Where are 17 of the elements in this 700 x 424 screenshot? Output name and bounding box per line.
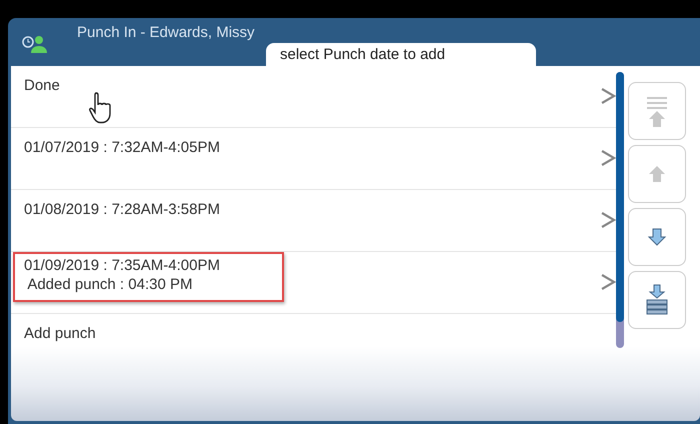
row-label[interactable]: 01/08/2019 : 7:28AM-3:58PM: [24, 200, 220, 219]
clock-person-icon: [22, 34, 50, 54]
scroll-bottom-button[interactable]: [628, 271, 686, 329]
hand-cursor-icon: [89, 91, 113, 125]
chevron-right-icon[interactable]: [600, 86, 616, 106]
row-label[interactable]: Done: [24, 76, 60, 95]
row-label[interactable]: Add punch: [24, 324, 96, 343]
up-arrow-icon: [645, 95, 669, 127]
chevron-right-icon[interactable]: [600, 210, 616, 230]
window-title: Punch In - Edwards, Missy: [77, 24, 255, 41]
row-label[interactable]: 01/07/2019 : 7:32AM-4:05PM: [24, 138, 220, 157]
chevron-right-icon[interactable]: [600, 148, 616, 168]
scroll-down-button[interactable]: [628, 208, 686, 266]
row-label[interactable]: 01/09/2019 : 7:35AM-4:00PM: [24, 256, 220, 275]
down-arrow-icon: [645, 284, 669, 316]
row-label[interactable]: Added punch : 04:30 PM: [24, 275, 220, 294]
chevron-right-icon[interactable]: [600, 272, 616, 292]
